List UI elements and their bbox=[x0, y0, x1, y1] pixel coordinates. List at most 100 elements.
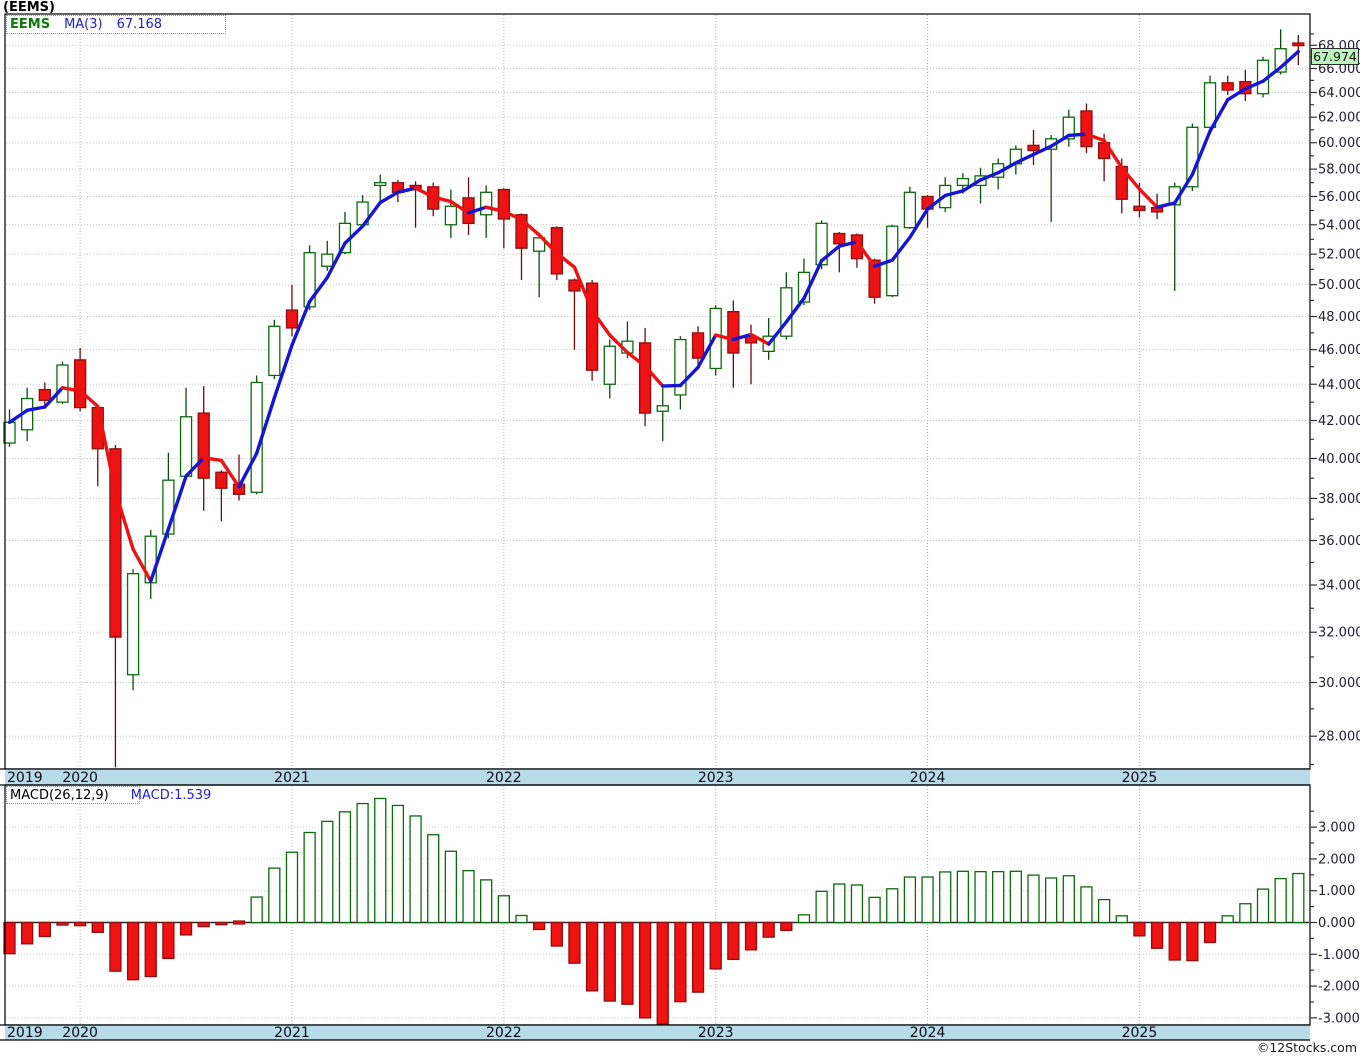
macd-bar-negative bbox=[568, 921, 581, 964]
main-panel-border bbox=[4, 13, 1311, 770]
macd-bar-negative bbox=[38, 921, 51, 938]
macd-bar-negative bbox=[197, 921, 210, 928]
macd-bar-positive bbox=[250, 896, 263, 924]
macd-bar-positive bbox=[268, 867, 281, 924]
candle-up bbox=[126, 573, 140, 676]
ma-segment-up bbox=[1155, 201, 1177, 209]
last-price-tag: 67.974 bbox=[1311, 48, 1359, 65]
main-chart-legend: EEMS MA(3) 67.168 bbox=[10, 17, 162, 32]
candle-down bbox=[833, 232, 846, 245]
macd-bar-negative bbox=[56, 921, 69, 926]
macd-bar-positive bbox=[1097, 898, 1111, 924]
candle-up bbox=[268, 325, 281, 377]
price-tick-label: 28.000 bbox=[1318, 730, 1360, 745]
year-label: 2022 bbox=[486, 1025, 522, 1041]
macd-bar-negative bbox=[1186, 921, 1199, 962]
price-tick-label: 40.000 bbox=[1318, 452, 1360, 467]
macd-tick-label: -2.000 bbox=[1318, 980, 1360, 995]
candle-down bbox=[691, 332, 705, 359]
macd-bar-negative bbox=[1168, 921, 1181, 961]
candle-up bbox=[321, 253, 334, 267]
candle-down bbox=[568, 279, 581, 292]
macd-bar-positive bbox=[850, 884, 864, 924]
macd-bar-positive bbox=[1044, 877, 1058, 924]
macd-bar-positive bbox=[1062, 875, 1075, 924]
macd-bar-positive bbox=[409, 815, 422, 924]
candle-down bbox=[585, 282, 599, 371]
candle-up bbox=[444, 205, 458, 226]
price-tick-label: 48.000 bbox=[1318, 310, 1360, 325]
macd-bar-positive bbox=[1027, 874, 1040, 924]
candle-up bbox=[1203, 82, 1217, 128]
legend-ma-label: MA(3) bbox=[64, 17, 103, 32]
macd-bar-negative bbox=[3, 921, 16, 955]
macd-bar-negative bbox=[162, 921, 175, 960]
copyright-credit: ©12Stocks.com bbox=[1256, 1040, 1357, 1055]
macd-bar-negative bbox=[1133, 921, 1146, 937]
macd-bar-positive bbox=[356, 802, 369, 924]
candlestick-series bbox=[3, 29, 1305, 768]
macd-bar-positive bbox=[480, 879, 493, 924]
candle-down bbox=[215, 471, 228, 489]
year-label: 2023 bbox=[698, 1025, 734, 1041]
ma-segment-up bbox=[378, 190, 400, 205]
macd-bar-positive bbox=[833, 883, 846, 924]
macd-bar-positive bbox=[391, 804, 405, 924]
macd-bar-negative bbox=[762, 921, 775, 938]
stock-chart-page: (EEMS) 68.000 66.000 64.000 62.000 60.000 58.… bbox=[0, 0, 1360, 1056]
macd-tick-label: 1.000 bbox=[1318, 884, 1355, 899]
macd-bar-negative bbox=[215, 921, 228, 926]
macd-axis: 3.000 2.000 1.000 0.000 -1.000 -2.000 -3.000 bbox=[1310, 810, 1360, 1026]
macd-value-label: MACD:1.539 bbox=[130, 788, 212, 803]
macd-bar-negative bbox=[727, 921, 740, 961]
macd-bar-positive bbox=[374, 797, 387, 924]
price-tick-label: 34.000 bbox=[1318, 579, 1360, 594]
macd-bar-negative bbox=[585, 921, 599, 992]
macd-bar-negative bbox=[550, 921, 563, 947]
macd-bar-positive bbox=[338, 811, 352, 924]
macd-bar-negative bbox=[533, 921, 546, 931]
year-label: 2023 bbox=[698, 770, 734, 786]
macd-bar-negative bbox=[21, 921, 34, 945]
macd-bar-negative bbox=[638, 921, 652, 1019]
macd-bar-negative bbox=[1150, 921, 1164, 949]
price-tick-label: 60.000 bbox=[1318, 136, 1360, 151]
year-label: 2020 bbox=[62, 770, 98, 786]
price-tick-label: 46.000 bbox=[1318, 343, 1360, 358]
candle-down bbox=[1221, 82, 1234, 91]
candle-up bbox=[179, 416, 193, 477]
price-tick-label: 56.000 bbox=[1318, 190, 1360, 205]
macd-bar-positive bbox=[285, 851, 299, 924]
price-gridlines bbox=[6, 44, 1309, 737]
macd-bar-positive bbox=[815, 890, 828, 924]
macd-bar-positive bbox=[974, 870, 987, 924]
year-label: 2021 bbox=[274, 770, 310, 786]
macd-bar-negative bbox=[179, 921, 193, 936]
macd-bar-positive bbox=[992, 870, 1005, 924]
macd-bar-positive bbox=[939, 871, 952, 924]
year-label: 2020 bbox=[62, 1025, 98, 1041]
price-tick-label: 58.000 bbox=[1318, 163, 1360, 178]
price-tick-label: 32.000 bbox=[1318, 626, 1360, 641]
candle-up bbox=[903, 191, 917, 229]
macd-tick-label: -1.000 bbox=[1318, 948, 1360, 963]
macd-bar-positive bbox=[303, 831, 316, 924]
price-tick-label: 42.000 bbox=[1318, 414, 1360, 429]
candle-down bbox=[638, 342, 652, 414]
macd-bar-positive bbox=[886, 888, 899, 924]
candle-down bbox=[285, 309, 299, 329]
macd-bar-positive bbox=[427, 834, 440, 924]
macd-bar-negative bbox=[744, 921, 758, 951]
year-label: 2019 bbox=[7, 770, 43, 786]
macd-bar-negative bbox=[109, 921, 122, 972]
macd-bar-positive bbox=[497, 895, 510, 924]
macd-bar-negative bbox=[691, 921, 705, 993]
year-label: 2019 bbox=[7, 1025, 43, 1041]
macd-bar-positive bbox=[1256, 888, 1270, 924]
candle-up bbox=[656, 405, 669, 412]
macd-bar-negative bbox=[91, 921, 104, 934]
macd-bar-negative bbox=[709, 921, 722, 970]
year-axis-strip-main: 2019 2020 2021 2022 2023 2024 2025 bbox=[0, 768, 1310, 786]
price-tick-label: 38.000 bbox=[1318, 492, 1360, 507]
legend-ma-value: 67.168 bbox=[116, 17, 163, 32]
